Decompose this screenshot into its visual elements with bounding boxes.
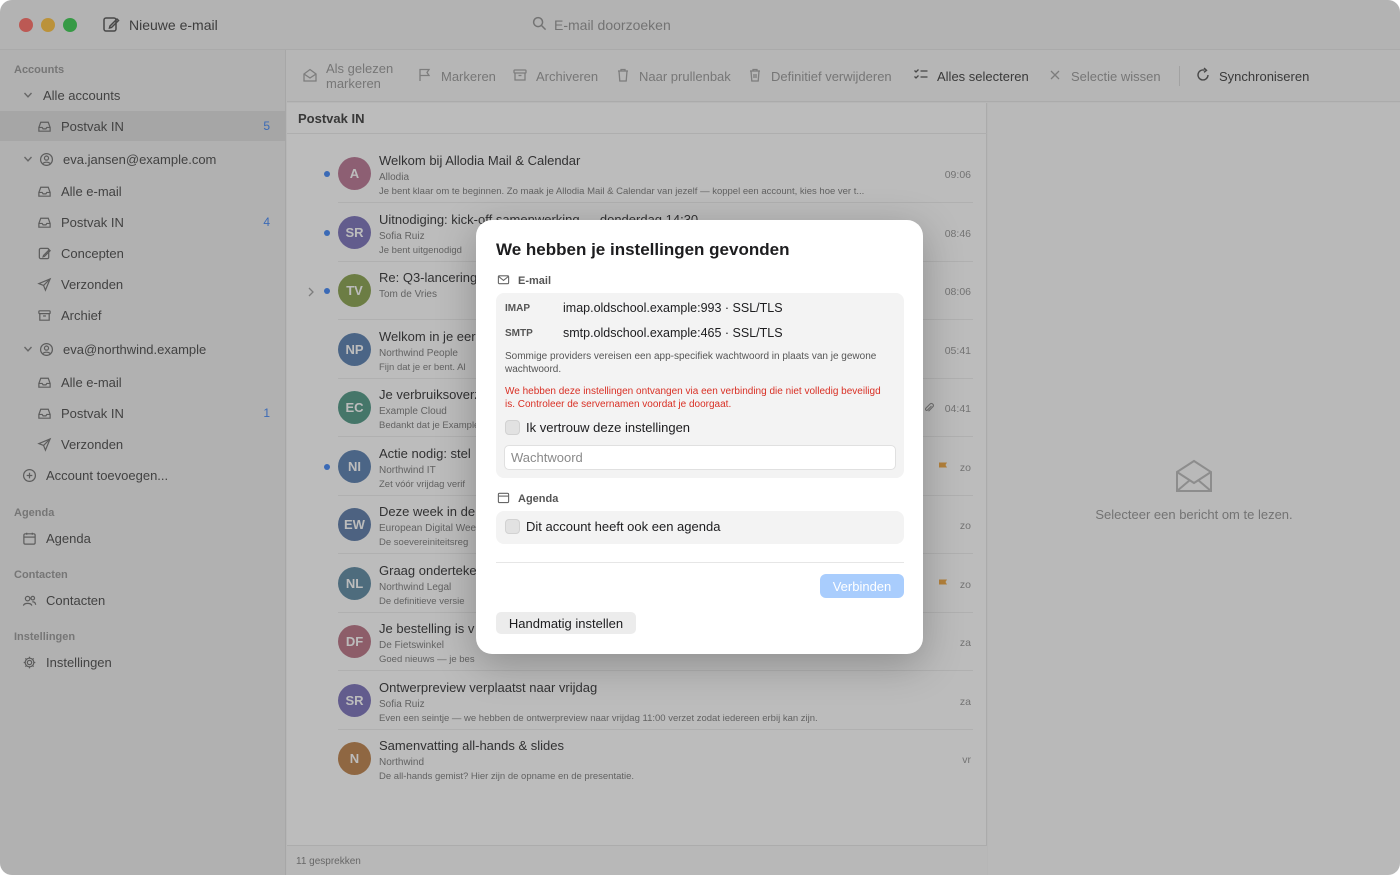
imap-row: IMAP imap.oldschool.example:993 · SSL/TL… — [505, 301, 783, 315]
settings-found-dialog: We hebben je instellingen gevonden E-mai… — [476, 220, 923, 654]
email-section-header: E-mail — [497, 273, 551, 289]
agenda-box: Dit account heeft ook een agenda — [496, 511, 904, 544]
imap-label: IMAP — [505, 302, 530, 314]
password-placeholder: Wachtwoord — [511, 450, 583, 465]
agenda-section-label: Agenda — [518, 493, 559, 505]
smtp-row: SMTP smtp.oldschool.example:465 · SSL/TL… — [505, 326, 783, 340]
password-field[interactable]: Wachtwoord — [504, 445, 896, 470]
divider — [496, 562, 904, 563]
trust-settings-label: Ik vertrouw deze instellingen — [526, 420, 691, 435]
checkbox[interactable] — [505, 420, 520, 435]
agenda-section-header: Agenda — [497, 491, 558, 507]
app-password-note: Sommige providers vereisen een app-speci… — [505, 351, 877, 375]
app-window: Nieuwe e-mail E-mail doorzoeken Accounts… — [0, 0, 1400, 875]
checkbox[interactable] — [505, 519, 520, 534]
has-agenda-label: Dit account heeft ook een agenda — [526, 519, 721, 534]
email-section-label: E-mail — [518, 275, 552, 287]
calendar-icon — [497, 491, 510, 507]
insecure-warning: We hebben deze instellingen ontvangen vi… — [505, 386, 881, 410]
has-agenda-checkbox[interactable]: Dit account heeft ook een agenda — [505, 519, 720, 534]
imap-value: imap.oldschool.example:993 · SSL/TLS — [563, 301, 783, 315]
email-settings-box: IMAP imap.oldschool.example:993 · SSL/TL… — [496, 293, 904, 478]
smtp-value: smtp.oldschool.example:465 · SSL/TLS — [563, 326, 783, 340]
connect-button[interactable]: Verbinden — [820, 574, 904, 598]
smtp-label: SMTP — [505, 327, 533, 339]
trust-settings-checkbox[interactable]: Ik vertrouw deze instellingen — [505, 420, 690, 435]
envelope-icon — [497, 273, 510, 289]
manual-setup-button[interactable]: Handmatig instellen — [496, 612, 636, 634]
dialog-title: We hebben je instellingen gevonden — [496, 240, 790, 259]
